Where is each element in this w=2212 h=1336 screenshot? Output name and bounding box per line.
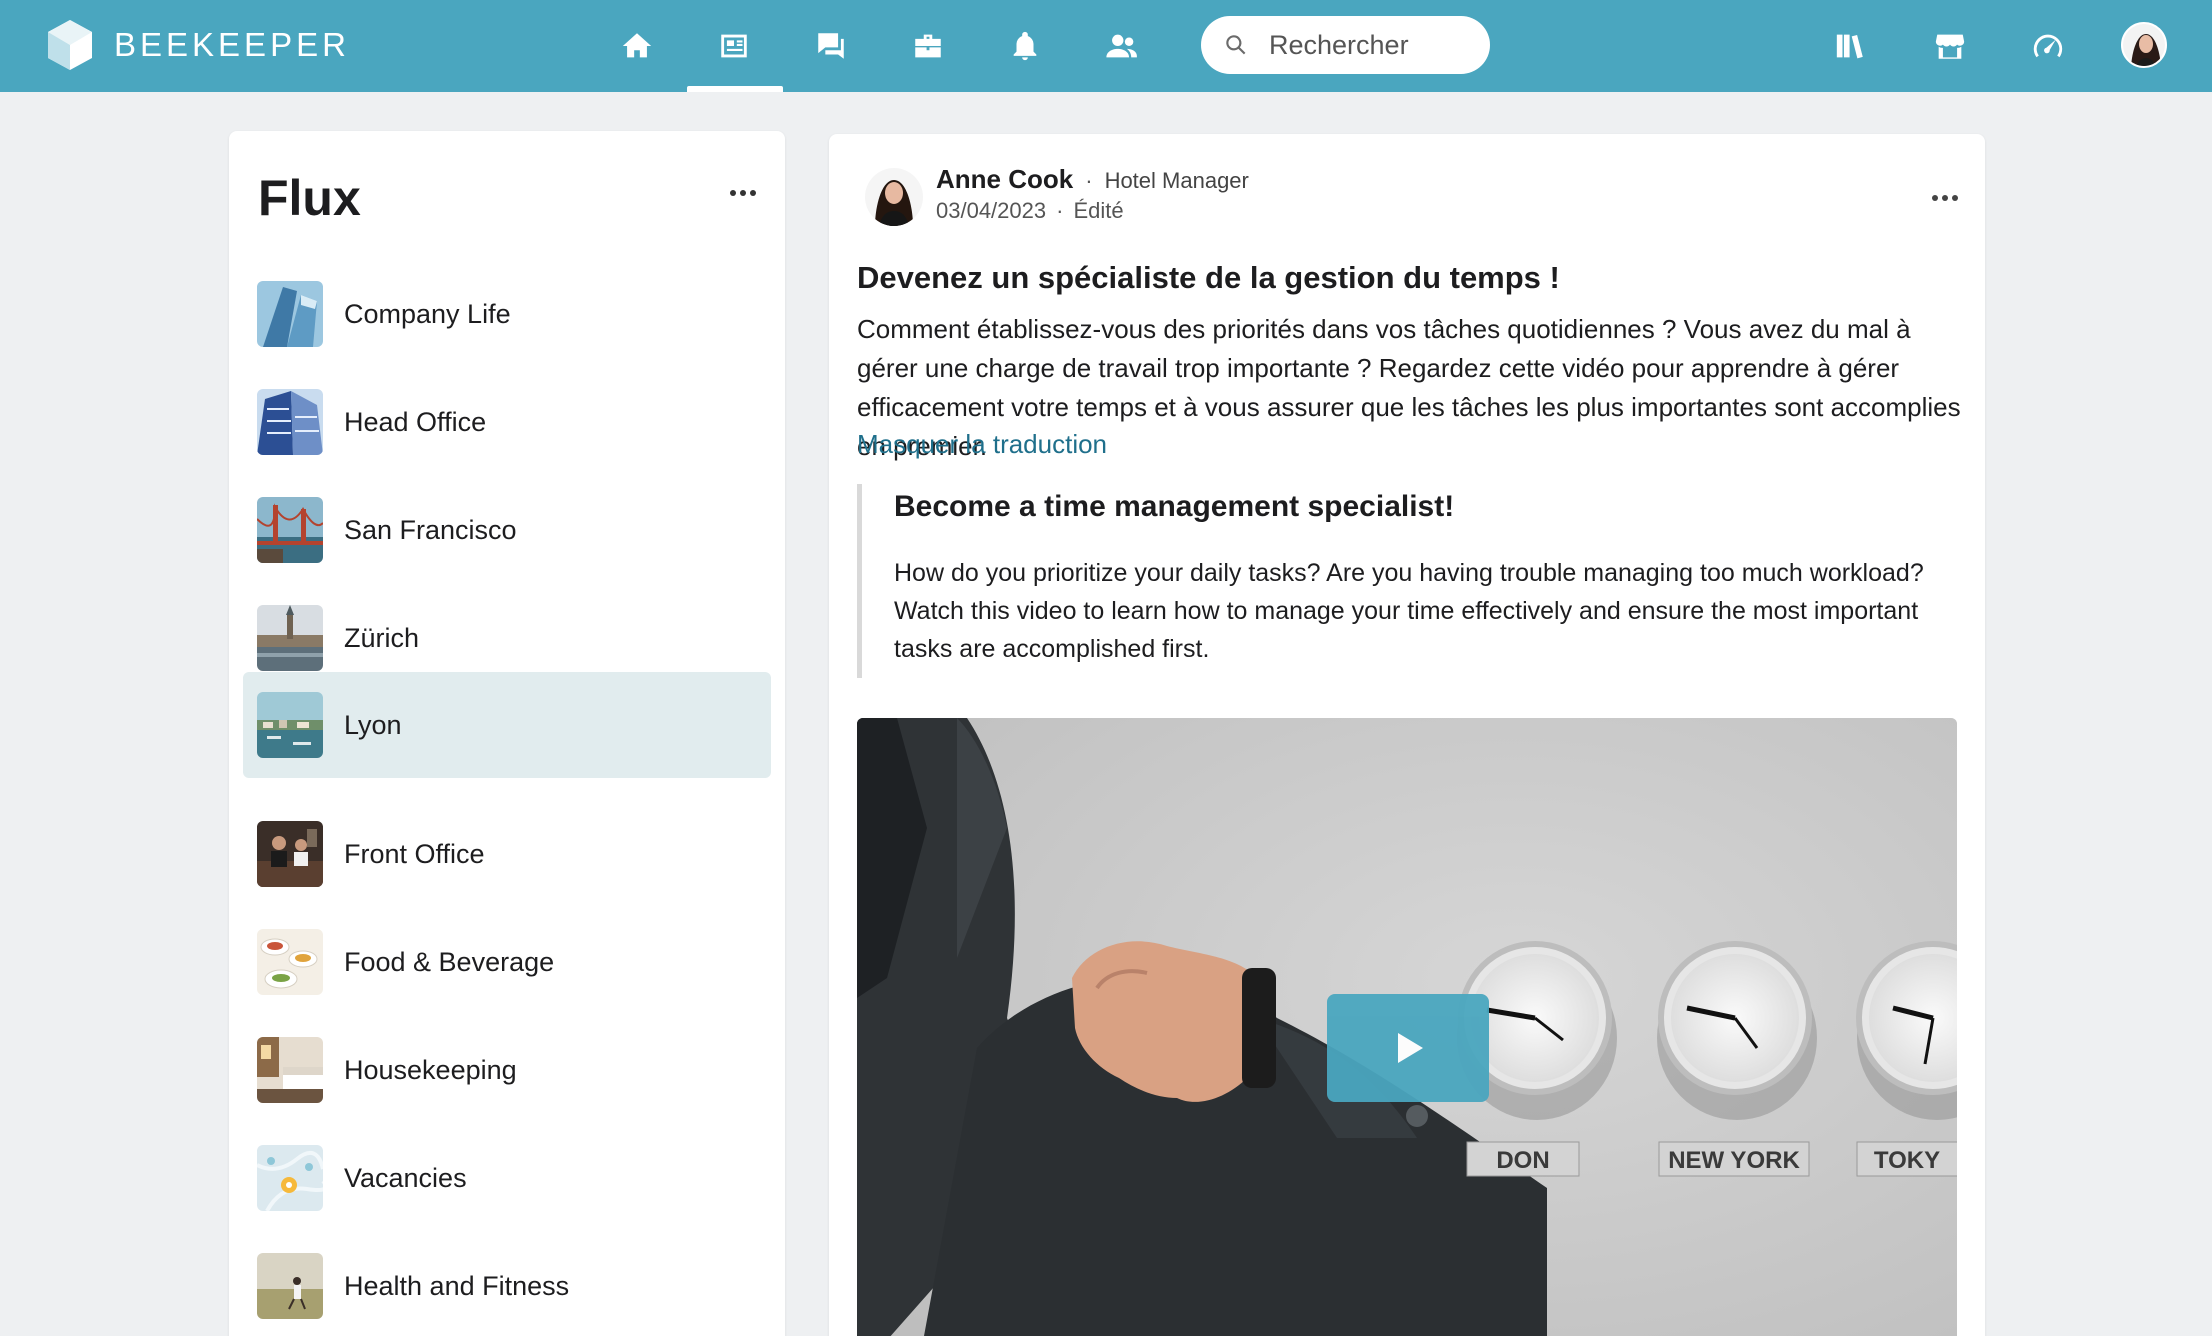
clock-label-newyork: NEW YORK — [1668, 1147, 1800, 1174]
nav-streams-button[interactable] — [704, 18, 764, 74]
library-icon — [1836, 34, 1863, 59]
separator-dot: · — [1056, 198, 1064, 223]
clock-label-tokyo: TOKY — [1874, 1147, 1940, 1174]
stream-thumbnail — [257, 1037, 323, 1103]
active-tab-indicator — [687, 86, 783, 92]
beekeeper-logo-icon — [48, 20, 92, 70]
stream-thumbnail — [257, 821, 323, 887]
stream-label: Company Life — [344, 298, 511, 329]
dashboard-icon — [2033, 34, 2063, 58]
nav-library-button[interactable] — [1821, 18, 1881, 74]
play-icon — [1398, 1033, 1423, 1063]
nav-people-button[interactable] — [1092, 18, 1152, 74]
nav-tools-button[interactable] — [898, 18, 958, 74]
streams-title: Flux — [258, 170, 361, 226]
author-avatar[interactable] — [865, 168, 923, 226]
user-avatar[interactable] — [2121, 22, 2167, 68]
author-portrait — [865, 168, 923, 226]
stream-thumbnail — [257, 281, 323, 347]
translation-block: Become a time management specialist! How… — [857, 484, 1967, 678]
search-icon — [1226, 35, 1246, 55]
stream-item-san-francisco[interactable]: San Francisco — [243, 477, 771, 583]
stream-label: Front Office — [344, 838, 485, 869]
stream-thumbnail — [257, 389, 323, 455]
nav-home-button[interactable] — [607, 18, 667, 74]
search-bar[interactable] — [1201, 16, 1490, 74]
nav-chats-button[interactable] — [801, 18, 861, 74]
stream-label: San Francisco — [344, 514, 517, 545]
stream-label: Head Office — [344, 406, 487, 437]
nav-notifications-button[interactable] — [995, 18, 1055, 74]
people-icon — [1106, 34, 1137, 58]
clock-label-london: DON — [1496, 1147, 1549, 1174]
top-navigation-bar: BEEKEEPER — [0, 0, 2212, 92]
stream-item-housekeeping[interactable]: Housekeeping — [243, 1017, 771, 1123]
play-button[interactable] — [1327, 994, 1489, 1102]
stream-label: Housekeeping — [344, 1054, 517, 1085]
stream-item-company-life[interactable]: Company Life — [243, 261, 771, 367]
stream-label: Vacancies — [344, 1162, 467, 1193]
video-player[interactable]: DON NEW YORK TOKY — [857, 718, 1957, 1336]
nav-market-button[interactable] — [1920, 18, 1980, 74]
stream-thumbnail — [257, 497, 323, 563]
streams-panel: Flux Company Life Head Office San Franci… — [229, 131, 785, 1336]
clock-newyork-icon — [1657, 941, 1817, 1120]
user-portrait — [2123, 24, 2165, 66]
author-line: Anne Cook · Hotel Manager — [936, 164, 1249, 195]
separator-dot: · — [1085, 168, 1093, 193]
streams-more-button[interactable] — [721, 171, 765, 215]
post-title: Devenez un spécialiste de la gestion du … — [857, 260, 1560, 295]
chat-icon — [818, 33, 844, 59]
translation-title: Become a time management specialist! — [894, 490, 1455, 523]
stream-thumbnail — [257, 1145, 323, 1211]
stream-label: Health and Fitness — [344, 1270, 570, 1301]
stream-item-lyon[interactable]: Lyon — [243, 672, 771, 778]
market-icon — [1935, 34, 1965, 59]
stream-item-vacancies[interactable]: Vacancies — [243, 1125, 771, 1231]
hide-translation-link[interactable]: Masquer la traduction — [857, 429, 1107, 460]
stream-icon — [721, 34, 747, 58]
nav-dashboard-button[interactable] — [2018, 18, 2078, 74]
home-icon — [622, 33, 652, 58]
stream-thumbnail — [257, 605, 323, 671]
search-input[interactable] — [1269, 29, 1479, 61]
stream-thumbnail — [257, 929, 323, 995]
brand[interactable]: BEEKEEPER — [48, 20, 350, 70]
stream-label: Lyon — [344, 709, 402, 740]
stream-item-food-beverage[interactable]: Food & Beverage — [243, 909, 771, 1015]
post-more-button[interactable] — [1923, 176, 1967, 220]
translation-body: How do you prioritize your daily tasks? … — [894, 559, 1924, 663]
author-role: Hotel Manager — [1104, 168, 1249, 193]
stream-thumbnail — [257, 1253, 323, 1319]
stream-thumbnail — [257, 692, 323, 758]
edited-label: Édité — [1073, 198, 1124, 223]
bell-icon — [1013, 31, 1037, 61]
author-name[interactable]: Anne Cook — [936, 164, 1073, 195]
brand-name: BEEKEEPER — [114, 26, 350, 63]
stream-item-front-office[interactable]: Front Office — [243, 801, 771, 907]
stream-label: Zürich — [344, 622, 420, 653]
post-date: 03/04/2023 — [936, 198, 1047, 223]
stream-label: Food & Beverage — [344, 946, 555, 977]
post-card: Anne Cook · Hotel Manager 03/04/2023 · É… — [829, 134, 1985, 1336]
post-meta: 03/04/2023 · Édité — [936, 198, 1124, 224]
stream-item-head-office[interactable]: Head Office — [243, 369, 771, 475]
toolbox-icon — [915, 34, 941, 58]
stream-item-health-fitness[interactable]: Health and Fitness — [243, 1233, 771, 1336]
